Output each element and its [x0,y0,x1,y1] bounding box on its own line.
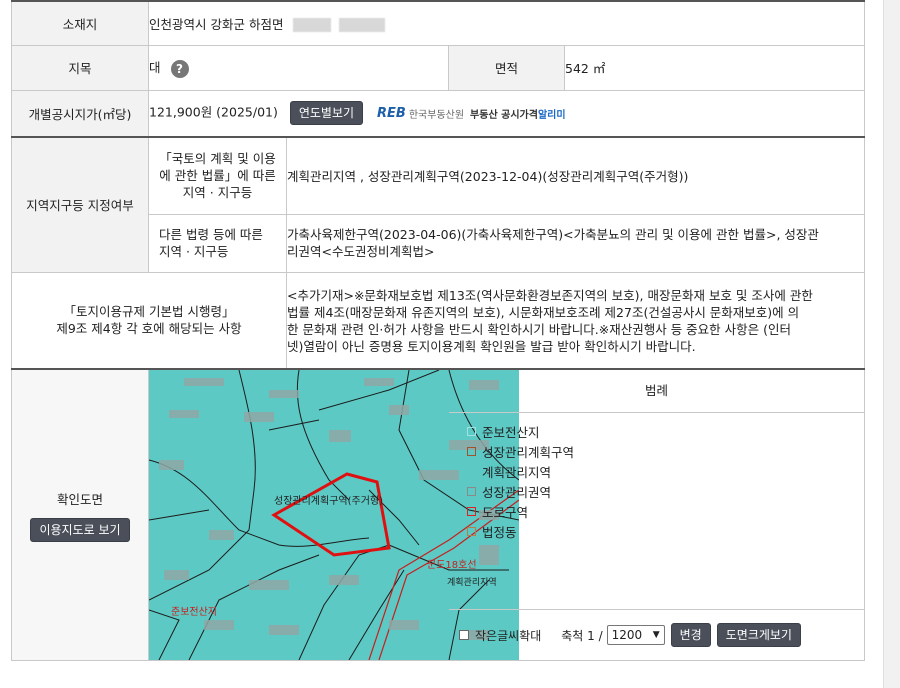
price-value: 121,900원 (2025/01) 연도별보기 REB 한국부동산원 부동산 … [147,89,866,138]
legend-item: 성장관리권역 [449,481,864,501]
scrollbar[interactable] [883,0,900,688]
national-law-zone-label: 「국토의 계획 및 이용 에 관한 법률」에 따른 지역 · 지구등 [148,136,287,215]
legend-swatch [467,486,476,496]
legend-swatch [467,426,476,436]
legend-item: 준보전산지 [449,421,864,441]
jimok-label: 지목 [11,44,149,91]
masked-address [339,18,386,33]
land-use-map-button[interactable]: 이용지도로 보기 [30,517,130,542]
map-label: 확인도면 이용지도로 보기 [11,368,149,661]
small-text-checkbox[interactable] [459,630,469,640]
chevron-down-icon: ▼ [652,630,660,640]
legend-swatch [467,466,476,476]
price-label: 개별공시지가(㎡당) [11,89,149,138]
land-use-plan-table: 소재지 인천광역시 강화군 하점면 지목 대? 면적 542 ㎡ 개별공시지가(… [11,0,866,661]
legend-swatch [467,446,476,456]
legend-label: 성장관리권역 [482,484,552,500]
location-label: 소재지 [11,0,149,46]
jimok-value: 대? [148,44,449,91]
national-law-zone-value: 계획관리지역 , 성장관리계획구역(2023-12-04)(성장관리계획구역(주… [285,136,866,215]
map-label-preserve: 준보전산지 [171,606,217,618]
legend-item: 도로구역 [449,501,864,521]
scale-select[interactable]: 1200 ▼ [606,625,665,645]
enlarge-map-button[interactable]: 도면크게보기 [716,623,801,647]
area-label: 면적 [448,44,565,91]
zoning-label: 지역지구등 지정여부 [11,136,149,273]
reb-price-alert-link[interactable]: REB 한국부동산원 부동산 공시가격 알리미 [377,106,566,121]
scale-change-button[interactable]: 변경 [670,623,711,647]
small-text-label: 작은글씨확대 [475,628,542,643]
other-law-zone-label: 다른 법령 등에 따른 지역 · 지구등 [148,213,287,273]
legend-swatch [467,526,476,536]
legend-item: 성장관리계획구역 [449,441,864,461]
help-icon[interactable]: ? [170,59,189,78]
scrollbar-thumb[interactable] [888,0,898,688]
legend-item: 법정동 [449,521,864,541]
reb-logo: REB [377,105,406,121]
area-value: 542 ㎡ [563,44,866,91]
legend-label: 도로구역 [482,504,529,520]
map-label-growth-zone: 성장관리계획구역(주거형) [274,495,383,507]
other-law-zone-value: 가축사육제한구역(2023-04-06)(가축사육제한구역)<가축분뇨의 관리 … [285,213,866,273]
regulation-value: <추가기재>※문화재보호법 제13조(역사문화환경보존지역의 보호), 매장문화… [285,271,866,370]
legend-title: 범례 [449,370,865,413]
map-footer: 작은글씨확대 축척 1 / 1200 ▼ 변경 도면크게보기 [449,609,865,660]
scale-label: 축척 1 / [561,628,603,643]
location-value: 인천광역시 강화군 하점면 [147,0,866,46]
masked-address [293,18,332,33]
parcel-map[interactable]: 성장관리계획구역(주거형) 군도18호선 계획관리지역 준보전산지 [148,368,519,661]
legend-label: 준보전산지 [482,424,540,440]
regulation-label: 「토지이용규제 기본법 시행령」 제9조 제4항 각 호에 해당되는 사항 [11,271,287,370]
legend-label: 계획관리지역 [482,464,552,480]
legend-panel: 범례 준보전산지성장관리계획구역계획관리지역성장관리권역도로구역법정동 작은글씨… [447,368,866,661]
legend-label: 성장관리계획구역 [482,444,575,460]
yearly-view-button[interactable]: 연도별보기 [289,101,364,126]
legend-list: 준보전산지성장관리계획구역계획관리지역성장관리권역도로구역법정동 [449,413,864,541]
legend-item: 계획관리지역 [449,461,864,481]
legend-label: 법정동 [482,524,517,540]
legend-swatch [467,506,476,516]
